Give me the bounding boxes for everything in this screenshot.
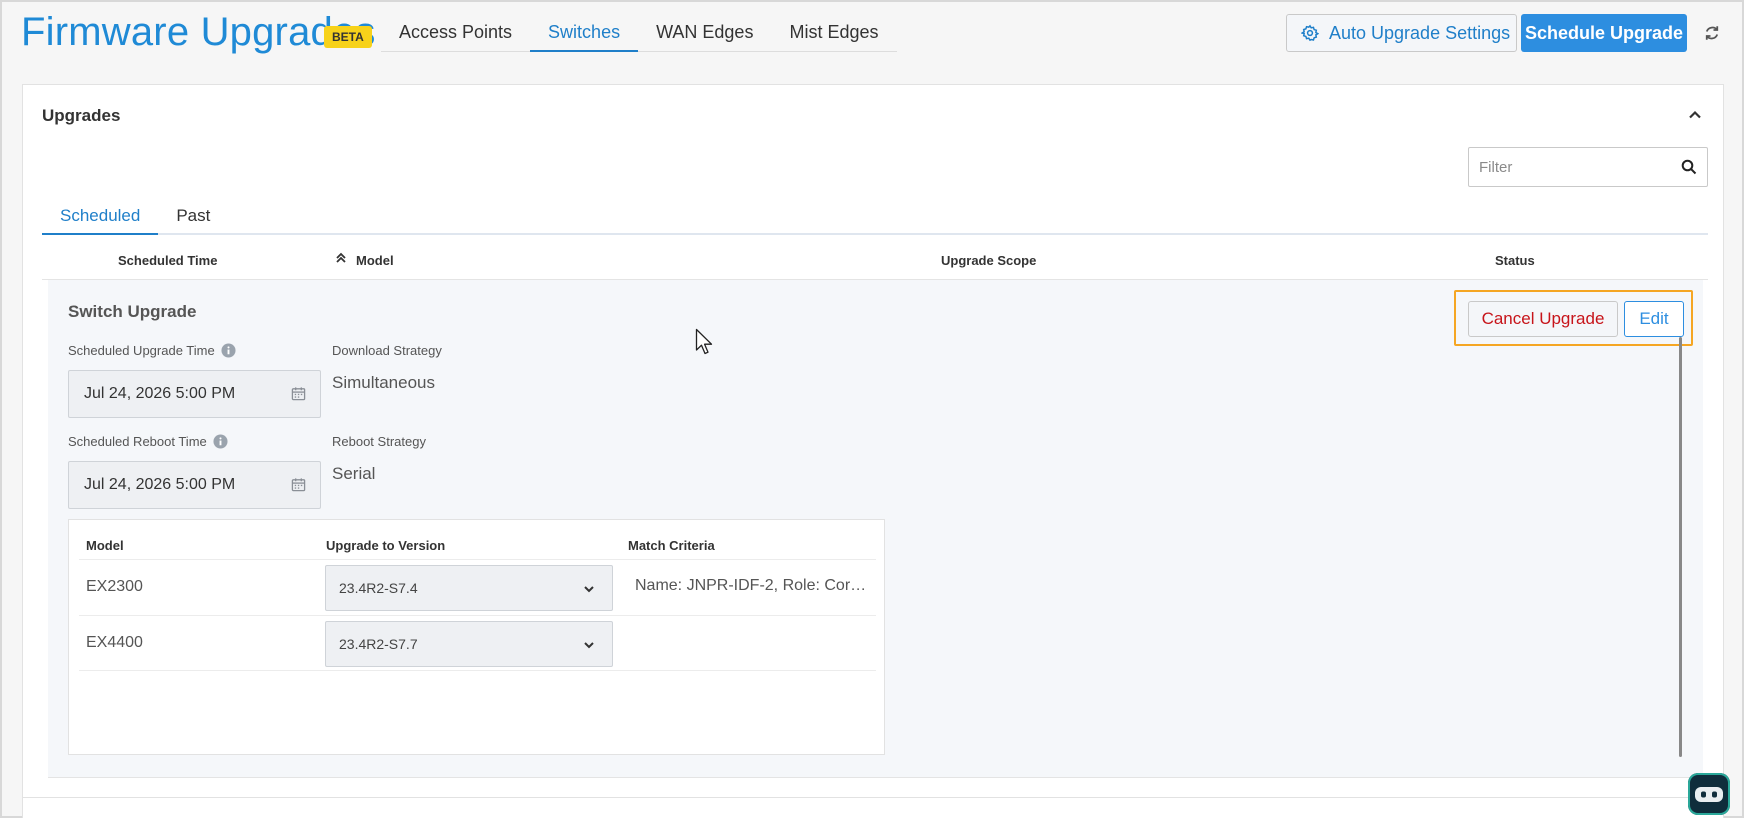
upgrade-time-value: Jul 24, 2026 5:00 PM xyxy=(84,385,236,402)
tab-switches[interactable]: Switches xyxy=(530,12,639,52)
models-header-criteria: Match Criteria xyxy=(628,538,715,553)
row-match-criteria: Name: JNPR-IDF-2, Role: Core1,... xyxy=(635,577,875,594)
chevron-down-icon xyxy=(584,642,594,649)
mouse-cursor-icon xyxy=(695,328,713,355)
calendar-icon[interactable] xyxy=(291,477,306,492)
table-row: EX2300 23.4R2-S7.4 Name: JNPR-IDF-2, Rol… xyxy=(79,559,876,615)
version-select[interactable]: 23.4R2-S7.7 xyxy=(325,621,613,667)
chevron-down-icon xyxy=(584,586,594,593)
assistant-chat-button[interactable] xyxy=(1688,773,1730,815)
page-title: Firmware Upgrades xyxy=(21,10,376,54)
switch-upgrade-detail: Switch Upgrade Cancel Upgrade Edit Sched… xyxy=(48,280,1703,778)
version-select-value: 23.4R2-S7.4 xyxy=(339,580,418,596)
reboot-time-field[interactable]: Jul 24, 2026 5:00 PM xyxy=(68,461,321,509)
reboot-time-label: Scheduled Reboot Time xyxy=(68,434,228,449)
page-header: Firmware Upgrades BETA Access Points Swi… xyxy=(2,2,1742,66)
model-versions-card: Model Upgrade to Version Match Criteria … xyxy=(68,519,885,755)
download-strategy-label: Download Strategy xyxy=(332,343,442,358)
upgrade-status-tabs: Scheduled Past xyxy=(42,195,1708,235)
tab-past[interactable]: Past xyxy=(158,195,228,235)
row-model: EX2300 xyxy=(86,578,143,595)
version-select-value: 23.4R2-S7.7 xyxy=(339,636,418,652)
refresh-icon[interactable] xyxy=(1703,24,1721,42)
models-header-version: Upgrade to Version xyxy=(326,538,446,553)
table-row: EX4400 23.4R2-S7.7 xyxy=(79,615,876,671)
tab-scheduled[interactable]: Scheduled xyxy=(42,195,159,235)
reboot-time-label-text: Scheduled Reboot Time xyxy=(68,434,207,449)
beta-badge: BETA xyxy=(324,26,372,48)
auto-upgrade-settings-label: Auto Upgrade Settings xyxy=(1329,22,1511,43)
column-status[interactable]: Status xyxy=(1495,253,1535,268)
column-upgrade-scope[interactable]: Upgrade Scope xyxy=(941,253,1036,268)
detail-scrollbar[interactable] xyxy=(1679,337,1682,757)
edit-button[interactable]: Edit xyxy=(1624,301,1684,337)
upgrades-table-header: Scheduled Time Model Upgrade Scope Statu… xyxy=(42,237,1708,280)
models-header-model: Model xyxy=(86,538,124,553)
filter-box xyxy=(1468,147,1708,187)
detail-title: Switch Upgrade xyxy=(68,302,197,321)
upgrade-time-field[interactable]: Jul 24, 2026 5:00 PM xyxy=(68,370,321,418)
column-scheduled-time[interactable]: Scheduled Time xyxy=(118,253,217,268)
tab-access-points[interactable]: Access Points xyxy=(381,12,530,52)
reboot-strategy-label: Reboot Strategy xyxy=(332,434,426,449)
info-icon[interactable] xyxy=(221,343,236,358)
upgrade-time-label-text: Scheduled Upgrade Time xyxy=(68,343,215,358)
calendar-icon[interactable] xyxy=(291,386,306,401)
column-model[interactable]: Model xyxy=(356,253,394,268)
device-type-tabs: Access Points Switches WAN Edges Mist Ed… xyxy=(381,12,897,52)
auto-upgrade-settings-button[interactable]: Auto Upgrade Settings xyxy=(1286,14,1517,52)
upgrade-actions-highlight: Cancel Upgrade Edit xyxy=(1454,290,1693,346)
cancel-upgrade-button[interactable]: Cancel Upgrade xyxy=(1468,301,1618,337)
upgrade-time-label: Scheduled Upgrade Time xyxy=(68,343,236,358)
panel-divider xyxy=(22,797,1724,798)
sort-ascending-icon[interactable] xyxy=(335,251,347,265)
panel-title: Upgrades xyxy=(42,106,121,125)
schedule-upgrade-button[interactable]: Schedule Upgrade xyxy=(1521,14,1687,52)
gear-icon xyxy=(1301,24,1319,42)
tab-wan-edges[interactable]: WAN Edges xyxy=(638,12,771,52)
info-icon[interactable] xyxy=(213,434,228,449)
version-select[interactable]: 23.4R2-S7.4 xyxy=(325,565,613,611)
filter-input[interactable] xyxy=(1479,158,1669,176)
search-icon[interactable] xyxy=(1681,159,1697,175)
tab-mist-edges[interactable]: Mist Edges xyxy=(771,12,896,52)
row-model: EX4400 xyxy=(86,634,143,651)
reboot-time-value: Jul 24, 2026 5:00 PM xyxy=(84,476,236,493)
chevron-up-icon[interactable] xyxy=(1687,107,1703,123)
download-strategy-value: Simultaneous xyxy=(332,373,436,392)
reboot-strategy-value: Serial xyxy=(332,464,376,483)
robot-icon xyxy=(1695,787,1723,802)
